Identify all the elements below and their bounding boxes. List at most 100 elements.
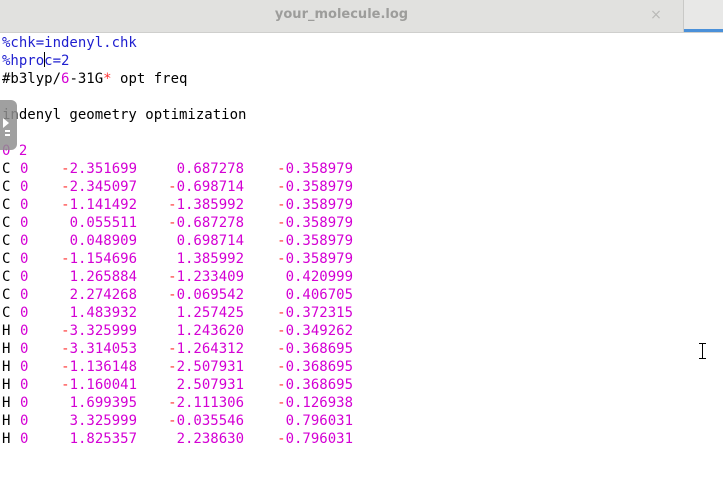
coord-z: -0.349262	[277, 322, 353, 340]
coord-value: 0.406705	[285, 287, 353, 303]
active-tab-indicator	[684, 29, 723, 32]
atom-element: H	[2, 359, 11, 375]
atom-element: C	[2, 287, 11, 303]
nproc-after-caret: c=2	[44, 53, 70, 69]
atom-element: C	[2, 179, 11, 195]
coord-value: 0.035546	[176, 413, 244, 429]
coord-value: 0.368695	[285, 377, 353, 393]
atom-element: C	[2, 233, 11, 249]
coord-y: -0.069542	[168, 286, 244, 304]
minus-sign: -	[61, 179, 70, 195]
minus-sign: -	[168, 179, 177, 195]
file-tab[interactable]: your_molecule.log ×	[0, 0, 684, 32]
coord-z: -0.358979	[277, 178, 353, 196]
atom-row: C 0 -1.154696 1.385992 -0.358979	[0, 250, 723, 268]
coord-z: -0.358979	[277, 160, 353, 178]
minus-sign: -	[61, 377, 70, 393]
coord-y: -0.698714	[168, 178, 244, 196]
coord-x: 1.265884	[70, 268, 137, 286]
minus-sign: -	[61, 323, 70, 339]
atom-freeze-flag: 0	[20, 359, 29, 375]
text-editor[interactable]: %chk=indenyl.chk %hproc=2 #b3lyp/6-31G* …	[0, 34, 723, 483]
coord-y: 2.238630	[177, 430, 244, 448]
coord-value: 1.136148	[69, 359, 137, 375]
coord-value: 2.507931	[176, 377, 244, 393]
coord-value: 0.069542	[176, 287, 244, 303]
atom-freeze-flag: 0	[20, 251, 29, 267]
atom-row: C 0 1.483932 1.257425 -0.372315	[0, 304, 723, 322]
coord-z: -0.796031	[277, 430, 353, 448]
coord-value: 1.141492	[69, 197, 137, 213]
atom-element: C	[2, 251, 11, 267]
coord-x: -2.345097	[61, 178, 137, 196]
atom-freeze-flag: 0	[20, 269, 29, 285]
minus-sign: -	[61, 161, 70, 177]
coord-value: 2.345097	[69, 179, 137, 195]
coord-value: 1.265884	[69, 269, 137, 285]
coord-value: 1.160041	[69, 377, 137, 393]
atom-freeze-flag: 0	[20, 287, 29, 303]
minus-sign: -	[277, 233, 286, 249]
coord-value: 0.358979	[285, 215, 353, 231]
route-keywords: opt freq	[111, 71, 188, 87]
coord-y: -0.035546	[168, 412, 244, 430]
atom-element: C	[2, 161, 11, 177]
coord-value: 3.325999	[69, 323, 137, 339]
minus-sign: -	[277, 341, 286, 357]
coord-value: 1.385992	[176, 197, 244, 213]
tab-bar: your_molecule.log ×	[0, 0, 723, 33]
atom-row: H 0 -3.325999 1.243620 -0.349262	[0, 322, 723, 340]
minus-sign: -	[168, 395, 177, 411]
coord-value: 1.825357	[69, 431, 137, 447]
atom-row: H 0 1.825357 2.238630 -0.796031	[0, 430, 723, 448]
coord-value: 1.699395	[69, 395, 137, 411]
atom-row: H 0 -1.136148 -2.507931 -0.368695	[0, 358, 723, 376]
atom-element: H	[2, 431, 11, 447]
atom-row: C 0 -2.345097 -0.698714 -0.358979	[0, 178, 723, 196]
atom-row: H 0 3.325999 -0.035546 0.796031	[0, 412, 723, 430]
coord-x: -1.154696	[61, 250, 137, 268]
coord-x: 1.825357	[70, 430, 137, 448]
minus-sign: -	[168, 341, 177, 357]
coord-value: 0.055511	[69, 215, 137, 231]
coord-x: -3.325999	[61, 322, 137, 340]
minus-sign: -	[61, 341, 70, 357]
atom-freeze-flag: 0	[20, 413, 29, 429]
coord-value: 2.507931	[176, 359, 244, 375]
atom-element: C	[2, 269, 11, 285]
coord-value: 2.274268	[69, 287, 137, 303]
coord-value: 3.314053	[69, 341, 137, 357]
coord-x: -1.136148	[61, 358, 137, 376]
coord-y: -1.385992	[168, 196, 244, 214]
coord-y: 1.385992	[177, 250, 244, 268]
title-line: indenyl geometry optimization	[2, 107, 247, 123]
close-icon[interactable]: ×	[646, 0, 666, 32]
nproc-before-caret: %hpro	[2, 53, 45, 69]
atom-row: C 0 -1.141492 -1.385992 -0.358979	[0, 196, 723, 214]
route-basis-rest: -31G	[69, 71, 104, 87]
route-line: #b3lyp/6-31G* opt freq	[2, 70, 187, 88]
atom-row: C 0 2.274268 -0.069542 0.406705	[0, 286, 723, 304]
minus-sign: -	[277, 197, 286, 213]
atom-freeze-flag: 0	[20, 161, 29, 177]
atom-freeze-flag: 0	[20, 377, 29, 393]
coord-value: 0.358979	[285, 179, 353, 195]
minus-sign: -	[168, 413, 177, 429]
coord-y: -2.507931	[168, 358, 244, 376]
coord-x: 0.055511	[70, 214, 137, 232]
coord-z: -0.368695	[277, 376, 353, 394]
atom-freeze-flag: 0	[20, 215, 29, 231]
coord-z: -0.358979	[277, 250, 353, 268]
coord-x: -1.141492	[61, 196, 137, 214]
minus-sign: -	[277, 215, 286, 231]
handle-dot-icon	[5, 130, 10, 132]
coord-value: 0.698714	[176, 233, 244, 249]
coord-z: 0.406705	[286, 286, 353, 304]
coord-value: 2.351699	[69, 161, 137, 177]
coord-x: 3.325999	[70, 412, 137, 430]
minus-sign: -	[168, 269, 177, 285]
minus-sign: -	[61, 197, 70, 213]
chk-line: %chk=indenyl.chk	[2, 35, 137, 51]
atom-element: C	[2, 197, 11, 213]
coord-value: 0.358979	[285, 251, 353, 267]
